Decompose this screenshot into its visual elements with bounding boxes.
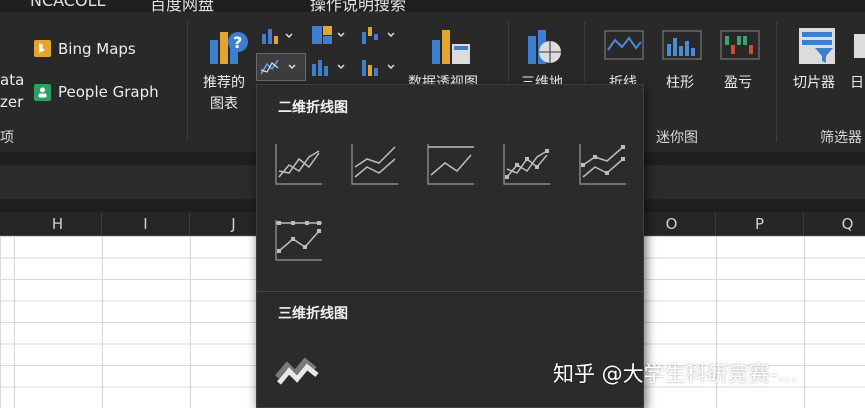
statistic-chart-button[interactable]: [310, 56, 350, 78]
column-header-p[interactable]: P: [716, 212, 804, 236]
ribbon-divider: [508, 22, 509, 82]
sparkline-line-icon: [604, 30, 644, 60]
timeline-icon: [854, 34, 865, 58]
watermark-text: 知乎 @大学生科研竞赛-...: [553, 362, 798, 386]
recommended-charts-icon: ?: [208, 26, 250, 68]
grid-line: [102, 236, 103, 408]
column-header-i[interactable]: I: [102, 212, 190, 236]
addin-partial-label-1[interactable]: ata: [0, 71, 24, 89]
people-graph-icon: [34, 84, 51, 101]
recommended-charts-label-1[interactable]: 推荐的: [203, 72, 245, 92]
addin-partial-label-2[interactable]: zer: [0, 93, 23, 111]
filters-group-label: 筛选器: [820, 130, 862, 146]
column-chart-button[interactable]: [260, 26, 298, 46]
ribbon-tab-strip: NCACOLL 百度网盘 操作说明搜索: [0, 0, 865, 14]
slicer-button[interactable]: 切片器: [793, 72, 835, 92]
column-header-q[interactable]: Q: [804, 212, 865, 236]
grid-line: [804, 236, 805, 408]
ribbon-divider: [187, 22, 188, 142]
slicer-icon: [797, 26, 837, 66]
sparkline-winloss-icon: [720, 30, 760, 60]
svg-text:?: ?: [233, 33, 242, 52]
sparklines-group-label: 迷你图: [656, 130, 698, 146]
section-2d-line-heading: 二维折线图: [278, 100, 348, 116]
recommended-charts-label-2[interactable]: 图表: [210, 93, 238, 113]
section-divider: [257, 291, 643, 292]
addins-group-label: 项: [0, 130, 14, 146]
3d-line-chart-icon[interactable]: [273, 347, 325, 393]
sparkline-column-icon: [662, 30, 702, 60]
bing-maps-button[interactable]: Bing Maps: [58, 40, 136, 58]
waterfall-chart-button[interactable]: [360, 24, 400, 46]
stacked-line-chart-icon[interactable]: [349, 141, 401, 187]
ribbon-divider: [776, 22, 777, 142]
100-stacked-line-with-markers-icon[interactable]: [273, 217, 325, 263]
ribbon-divider: [584, 22, 585, 82]
sparkline-winloss-button[interactable]: 盈亏: [724, 72, 752, 92]
pivot-chart-icon: [430, 26, 474, 68]
hierarchy-chart-button[interactable]: [310, 24, 350, 46]
scatter-chart-button[interactable]: [360, 56, 400, 78]
people-graph-button[interactable]: People Graph: [58, 83, 159, 101]
section-3d-line-heading: 三维折线图: [278, 306, 348, 322]
stacked-line-with-markers-icon[interactable]: [577, 141, 629, 187]
3d-map-icon: [526, 26, 566, 68]
grid-line: [14, 236, 15, 408]
line-chart-icon[interactable]: [273, 141, 325, 187]
line-chart-button[interactable]: [256, 53, 306, 81]
timeline-button[interactable]: 日: [850, 72, 864, 92]
bing-maps-icon: [34, 40, 51, 57]
line-with-markers-icon[interactable]: [501, 141, 553, 187]
100-stacked-line-chart-icon[interactable]: [425, 141, 477, 187]
column-header-h[interactable]: H: [14, 212, 102, 236]
sparkline-column-button[interactable]: 柱形: [666, 72, 694, 92]
grid-line: [190, 236, 191, 408]
tab-label-partial[interactable]: NCACOLL: [30, 0, 105, 10]
